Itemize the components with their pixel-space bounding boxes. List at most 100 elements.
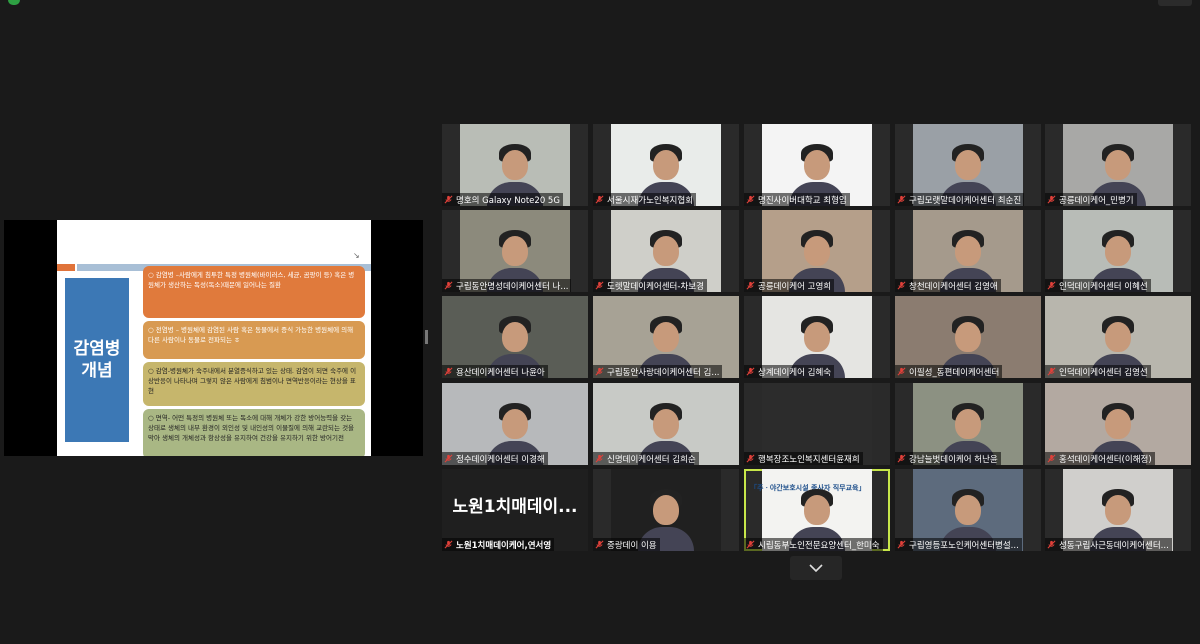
participant-name-bar: 창천데이케어센터 김영애 (895, 279, 1001, 292)
mic-muted-icon (746, 195, 755, 204)
participant-tile[interactable]: 명호의 Galaxy Note20 5G (442, 124, 588, 206)
participant-name: 시립동부노인전문요양센터_한미숙 (758, 540, 880, 551)
participant-name: 행복장조노인복지센터윤재희 (758, 454, 860, 465)
participant-name: 명진사이버대학교 최형임 (758, 195, 847, 206)
participant-tile[interactable]: 「주ㆍ야간보호시설 종사자 직무교육」 시립동부노인전문요양센터_한미숙 (744, 469, 890, 551)
mic-muted-icon (444, 540, 453, 549)
person-head (804, 495, 830, 525)
slide-bullet: ○ 전염병 – 병원체에 감염된 사람 혹은 동물에서 증식 가능한 병원체에 … (143, 321, 365, 359)
participant-name: 홍석데이케어센터(이해정) (1059, 454, 1152, 465)
mic-muted-icon (595, 367, 604, 376)
participant-tile[interactable]: 서울시재가노인복지협회 (593, 124, 739, 206)
participant-tile[interactable]: 용산데이케어센터 나윤아 (442, 296, 588, 378)
participant-name: 강남늘벗데이케어 허난윤 (909, 454, 998, 465)
participant-name: 용산데이케어센터 나윤아 (456, 367, 545, 378)
participant-name-bar: 명호의 Galaxy Note20 5G (442, 193, 563, 206)
participant-name: 서울시재가노인복지협회 (607, 195, 694, 206)
person-head (502, 236, 528, 266)
participant-name-bar: 명진사이버대학교 최형임 (744, 193, 850, 206)
participant-tile[interactable]: 이필성_동편데이케어센터 (895, 296, 1041, 378)
mic-muted-icon (897, 195, 906, 204)
mic-muted-icon (746, 454, 755, 463)
participant-tile[interactable]: 창천데이케어센터 김영애 (895, 210, 1041, 292)
participant-tile[interactable]: 인덕데이케어센터 김영선 (1045, 296, 1191, 378)
participant-name: 공릉데이케어_민병기 (1059, 195, 1134, 206)
participant-tile[interactable]: 구립동안명성데이케어센터 나... (442, 210, 588, 292)
participant-name: 공릉데이케어 고영희 (758, 281, 832, 292)
person-head (653, 236, 679, 266)
participant-tile[interactable]: 상계데이케어 김혜숙 (744, 296, 890, 378)
slide-accent-bar (57, 264, 75, 271)
mic-muted-icon (595, 454, 604, 463)
mic-muted-icon (1047, 454, 1056, 463)
participant-name: 구립동안명성데이케어센터 나... (456, 281, 569, 292)
participant-tile[interactable]: 행복장조노인복지센터윤재희 (744, 383, 890, 465)
participant-name-bar: 정수데이케어센터 이경해 (442, 452, 548, 465)
participant-name-bar: 인덕데이케어센터 이혜선 (1045, 279, 1151, 292)
person-head (653, 150, 679, 180)
participant-name-bar: 상계데이케어 김혜숙 (744, 365, 835, 378)
mic-muted-icon (595, 281, 604, 290)
participant-tile[interactable]: 강남늘벗데이케어 허난윤 (895, 383, 1041, 465)
participant-name: 구립영등포노인케어센터병설... (909, 540, 1019, 551)
participant-name: 창천데이케어센터 김영애 (909, 281, 998, 292)
slide-title: 감염병 개념 (65, 278, 129, 442)
participant-name-bar: 구립모랫말데이케어센터 최순진 (895, 193, 1025, 206)
participant-tile[interactable]: 명진사이버대학교 최형임 (744, 124, 890, 206)
mic-muted-icon (746, 281, 755, 290)
participant-tile[interactable]: 중랑데이 이용 (593, 469, 739, 551)
participant-tile[interactable]: 홍석데이케어센터(이해정) (1045, 383, 1191, 465)
person-head (502, 150, 528, 180)
mic-muted-icon (897, 540, 906, 549)
slide-bullet: ○ 감염병 –사람에게 침투한 특정 병원체(바이러스, 세균, 곰팡이 등) … (143, 266, 365, 318)
mic-muted-icon (1047, 195, 1056, 204)
mic-muted-icon (444, 195, 453, 204)
participant-display-name: 노원1치매데이... (452, 496, 578, 517)
participant-tile[interactable]: 구립모랫말데이케어센터 최순진 (895, 124, 1041, 206)
chevron-down-icon[interactable] (790, 556, 842, 580)
person-head (1105, 495, 1131, 525)
person-head (1105, 409, 1131, 439)
resize-handle[interactable] (425, 330, 428, 344)
participant-tile[interactable]: 공릉데이케어_민병기 (1045, 124, 1191, 206)
participant-tile[interactable]: 신명데이케어센터 김희순 (593, 383, 739, 465)
view-options-button[interactable] (1158, 0, 1192, 6)
participant-name-bar: 도렛말데이케어센터-차보경 (593, 279, 707, 292)
participant-name: 명호의 Galaxy Note20 5G (456, 195, 560, 206)
participant-name: 구립모랫말데이케어센터 최순진 (909, 195, 1022, 206)
person-head (653, 495, 679, 525)
mic-muted-icon (444, 281, 453, 290)
participant-tile[interactable]: 구립영등포노인케어센터병설... (895, 469, 1041, 551)
person-head (955, 322, 981, 352)
mic-muted-icon (444, 367, 453, 376)
person-head (804, 150, 830, 180)
participant-name-bar: 신명데이케어센터 김희순 (593, 452, 699, 465)
person-head (955, 236, 981, 266)
participant-name-bar: 인덕데이케어센터 김영선 (1045, 365, 1151, 378)
participant-tile[interactable]: 정수데이케어센터 이경해 (442, 383, 588, 465)
person-head (1105, 150, 1131, 180)
participant-name-bar: 노원1치매데이케어,연서영 (442, 538, 555, 551)
participant-tile[interactable]: 성동구립사근동데이케어센터... (1045, 469, 1191, 551)
person-head (955, 409, 981, 439)
participant-name: 중랑데이 이용 (607, 540, 657, 551)
participant-tile[interactable]: 공릉데이케어 고영희 (744, 210, 890, 292)
participant-name-bar: 강남늘벗데이케어 허난윤 (895, 452, 1001, 465)
participant-name: 이필성_동편데이케어센터 (909, 367, 1000, 378)
participant-name-bar: 공릉데이케어 고영희 (744, 279, 835, 292)
shared-screen: ↘ 감염병 개념 ○ 감염병 –사람에게 침투한 특정 병원체(바이러스, 세균… (4, 220, 423, 456)
participant-name: 정수데이케어센터 이경해 (456, 454, 545, 465)
person-head (1105, 236, 1131, 266)
participant-name: 구립동안사랑데이케어센터 김... (607, 367, 720, 378)
mic-muted-icon (595, 540, 604, 549)
participant-tile[interactable]: 구립동안사랑데이케어센터 김... (593, 296, 739, 378)
person-head (955, 150, 981, 180)
participant-name-bar: 공릉데이케어_민병기 (1045, 193, 1137, 206)
participant-tile[interactable]: 노원1치매데이... 노원1치매데이케어,연서영 (442, 469, 588, 551)
participant-name-bar: 홍석데이케어센터(이해정) (1045, 452, 1155, 465)
participant-tile[interactable]: 인덕데이케어센터 이혜선 (1045, 210, 1191, 292)
participant-tile[interactable]: 도렛말데이케어센터-차보경 (593, 210, 739, 292)
mic-muted-icon (897, 281, 906, 290)
participant-name-bar: 행복장조노인복지센터윤재희 (744, 452, 863, 465)
participant-name-bar: 구립동안사랑데이케어센터 김... (593, 365, 723, 378)
